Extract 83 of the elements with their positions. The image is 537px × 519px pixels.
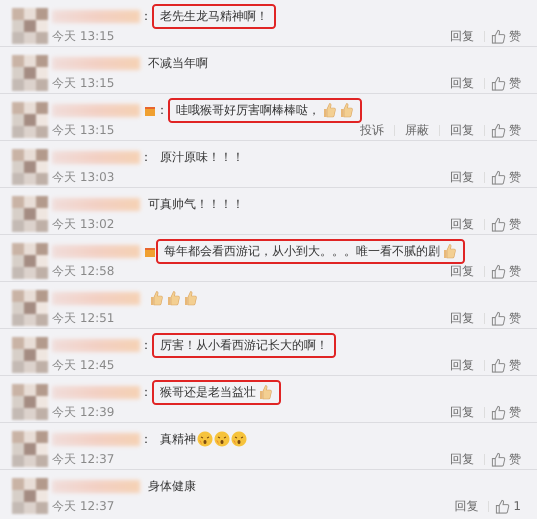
action-link[interactable]: 回复 [446, 28, 478, 44]
action-link[interactable]: 回复 [446, 168, 478, 186]
face-emoji-icon [214, 431, 230, 447]
comment-text: 真精神 [160, 430, 196, 448]
comment-text: 厉害！从小看西游记长大的啊！ [160, 336, 328, 354]
comment-text: 哇哦猴哥好厉害啊棒棒哒， [176, 102, 320, 118]
like-button[interactable]: 赞 [491, 450, 521, 468]
blurred-avatar [12, 384, 48, 420]
thumbs-up-icon [495, 498, 510, 514]
timestamp: 今天 13:02 [52, 216, 114, 232]
thumbs-up-emoji-icon [321, 102, 337, 118]
blurred-avatar [12, 55, 48, 91]
action-link[interactable]: 屏蔽 [401, 122, 433, 138]
timestamp: 今天 12:39 [52, 404, 114, 420]
blurred-avatar [12, 337, 48, 373]
thumbs-up-icon [491, 170, 506, 184]
face-emoji-icon [197, 431, 213, 447]
action-link[interactable]: 回复 [446, 356, 478, 374]
thumbs-up-emoji-icon [165, 290, 181, 306]
colon: ： [140, 384, 152, 400]
thumbs-up-icon [491, 216, 506, 232]
like-button[interactable]: 赞 [491, 216, 521, 232]
colon: ： [140, 336, 152, 354]
blurred-avatar [12, 243, 48, 279]
thumbs-up-icon [491, 358, 506, 372]
timestamp: 今天 12:45 [52, 356, 114, 374]
timestamp: 今天 12:37 [52, 450, 114, 468]
like-button[interactable]: 1 [495, 498, 521, 514]
colon: ： [140, 430, 152, 448]
thumbs-up-icon [491, 122, 506, 138]
timestamp: 今天 13:15 [52, 28, 114, 44]
comment-text: 身体健康 [148, 478, 196, 494]
action-link[interactable]: 回复 [446, 122, 478, 138]
thumbs-up-icon [491, 452, 506, 466]
face-emoji-icon [231, 431, 247, 447]
thumbs-up-icon [491, 404, 506, 420]
blurred-avatar [12, 196, 48, 232]
colon: ： [156, 102, 168, 118]
blurred-avatar [12, 102, 48, 138]
timestamp: 今天 13:15 [52, 74, 114, 92]
comment-text: 原汁原味！！！ [160, 148, 244, 166]
like-button[interactable]: 赞 [491, 310, 521, 326]
action-link[interactable]: 回复 [446, 404, 478, 420]
timestamp: 今天 12:51 [52, 310, 114, 326]
blurred-avatar [12, 149, 48, 185]
blurred-avatar [12, 290, 48, 326]
thumbs-up-icon [491, 310, 506, 326]
like-button[interactable]: 赞 [491, 356, 521, 374]
action-link[interactable]: 回复 [446, 310, 478, 326]
timestamp: 今天 12:37 [52, 498, 114, 514]
blurred-avatar [12, 431, 48, 467]
comment-text: 猴哥还是老当益壮 [160, 384, 256, 400]
blurred-avatar [12, 8, 48, 44]
timestamp: 今天 13:15 [52, 122, 114, 138]
like-button[interactable]: 赞 [491, 404, 521, 420]
blurred-avatar [12, 478, 48, 514]
thumbs-up-icon [491, 264, 506, 278]
colon: ： [140, 148, 152, 166]
thumbs-up-icon [491, 76, 506, 90]
thumbs-up-emoji-icon [338, 102, 354, 118]
timestamp: 今天 13:03 [52, 168, 114, 186]
thumbs-up-emoji-icon [441, 243, 457, 259]
thumbs-up-emoji-icon [257, 384, 273, 400]
colon: ： [140, 8, 152, 24]
action-link[interactable]: 回复 [446, 262, 478, 280]
thumbs-up-emoji-icon [182, 290, 198, 306]
comment-text: 不减当年啊 [148, 54, 208, 72]
action-link[interactable]: 回复 [446, 216, 478, 232]
thumbs-up-icon [491, 28, 506, 44]
action-link[interactable]: 回复 [446, 74, 478, 92]
timestamp: 今天 12:58 [52, 262, 114, 280]
action-link[interactable]: 回复 [446, 450, 478, 468]
action-link[interactable]: 投诉 [356, 122, 388, 138]
thumbs-up-emoji-icon [148, 290, 164, 306]
action-link[interactable]: 回复 [450, 498, 482, 514]
like-button[interactable]: 赞 [491, 122, 521, 138]
comment-text: 每年都会看西游记，从小到大。。。唯一看不腻的剧 [164, 242, 440, 260]
like-button[interactable]: 赞 [491, 74, 521, 92]
like-button[interactable]: 赞 [491, 28, 521, 44]
like-button[interactable]: 赞 [491, 168, 521, 186]
comment-text: 老先生龙马精神啊！ [160, 8, 268, 24]
like-button[interactable]: 赞 [491, 262, 521, 280]
comment-text: 可真帅气！！！！ [148, 196, 244, 212]
